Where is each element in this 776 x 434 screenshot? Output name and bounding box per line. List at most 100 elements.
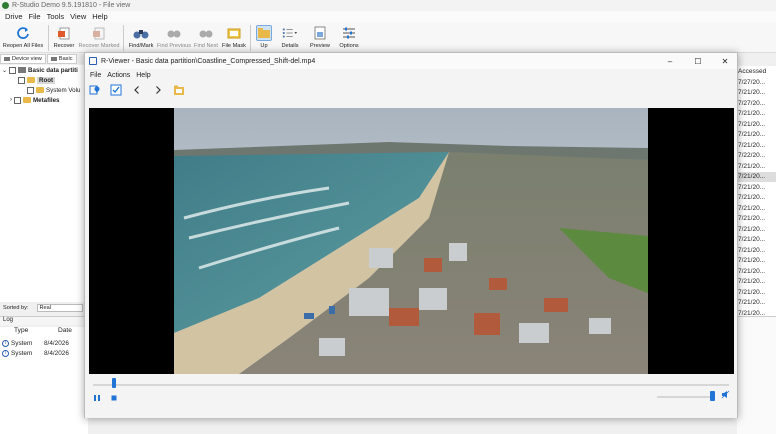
log-row[interactable]: i System 8/4/2026 xyxy=(0,338,88,348)
find-previous-icon xyxy=(166,25,182,41)
accessed-cell[interactable]: 7/21/20... xyxy=(737,224,776,235)
log-column-type[interactable]: Type xyxy=(0,327,48,338)
seek-thumb[interactable] xyxy=(112,378,117,388)
sorted-by-select[interactable]: Real xyxy=(36,304,83,312)
seek-bar[interactable] xyxy=(93,384,729,386)
tree-item-partition[interactable]: ⌄ Basic data partiti xyxy=(0,65,88,75)
accessed-cell[interactable]: 7/27/20... xyxy=(737,77,776,88)
viewer-menu-file[interactable]: File xyxy=(87,72,104,79)
tree-checkbox[interactable] xyxy=(18,76,25,84)
tree-checkbox[interactable] xyxy=(27,86,34,94)
video-display[interactable] xyxy=(89,108,734,374)
accessed-cell[interactable]: 7/21/20... xyxy=(737,140,776,151)
tree-checkbox[interactable] xyxy=(14,96,21,104)
drive-icon xyxy=(18,67,27,73)
up-button[interactable]: Up xyxy=(253,22,275,53)
pause-button[interactable] xyxy=(92,393,101,402)
options-icon xyxy=(341,25,357,41)
file-mask-icon xyxy=(226,25,242,41)
accessed-cell[interactable]: 7/21/20... xyxy=(737,88,776,99)
accessed-cell[interactable]: 7/21/20... xyxy=(737,171,776,182)
accessed-cell[interactable]: 7/21/20... xyxy=(737,130,776,141)
tab-basic[interactable]: Basic xyxy=(46,54,77,64)
log-columns: Type Date xyxy=(0,327,88,338)
recover-icon xyxy=(56,25,72,41)
accessed-cell[interactable]: 7/21/20... xyxy=(737,214,776,225)
accessed-cell[interactable]: 7/21/20... xyxy=(737,109,776,120)
accessed-cell[interactable]: 7/21/20... xyxy=(737,161,776,172)
find-previous-button[interactable]: Find Previous xyxy=(156,22,192,53)
accessed-cell[interactable]: 7/21/20... xyxy=(737,193,776,204)
viewer-menu-help[interactable]: Help xyxy=(133,72,153,79)
column-header-accessed[interactable]: Accessed xyxy=(737,66,776,77)
accessed-cell[interactable]: 7/21/20... xyxy=(737,182,776,193)
accessed-cell[interactable]: 7/22/20... xyxy=(737,151,776,162)
tree-item-root[interactable]: Root xyxy=(0,75,88,85)
r-viewer-window: R-Viewer - Basic data partition\Coastlin… xyxy=(84,52,738,418)
location-pin-icon[interactable] xyxy=(88,83,102,97)
volume-slider[interactable] xyxy=(657,396,715,398)
find-next-button[interactable]: Find Next xyxy=(192,22,220,53)
details-icon xyxy=(282,25,298,41)
accessed-cell[interactable]: 7/21/20... xyxy=(737,119,776,130)
forward-arrow-icon[interactable] xyxy=(151,83,165,97)
find-mark-button[interactable]: Find/Mark xyxy=(126,22,156,53)
recover-marked-icon xyxy=(91,25,107,41)
menu-drive[interactable]: Drive xyxy=(2,12,26,21)
accessed-cell[interactable]: 7/21/20... xyxy=(737,277,776,288)
app-title-bar: R-Studio Demo 9.5.191810 - File view xyxy=(0,0,776,11)
tree-checkbox[interactable] xyxy=(9,66,17,74)
drive-icon xyxy=(4,57,10,61)
accessed-cell[interactable]: 7/27/20... xyxy=(737,98,776,109)
file-list-accessed-column: Accessed 7/27/20... 7/21/20... 7/27/20... 7… xyxy=(737,66,776,317)
recover-marked-button[interactable]: Recover Marked xyxy=(77,22,121,53)
log-row[interactable]: i System 8/4/2026 xyxy=(0,348,88,358)
menu-help[interactable]: Help xyxy=(89,12,110,21)
folder-icon xyxy=(36,87,44,93)
close-button[interactable]: ✕ xyxy=(712,53,738,69)
accessed-cell[interactable]: 7/21/20... xyxy=(737,203,776,214)
sorted-by-bar: Sorted by: Real xyxy=(0,303,88,313)
volume-thumb[interactable] xyxy=(710,391,715,401)
refresh-icon xyxy=(15,25,31,41)
info-icon: i xyxy=(2,349,9,357)
toolbar-separator xyxy=(250,25,251,51)
checkbox-icon[interactable] xyxy=(109,83,123,97)
tree-item-system-volume[interactable]: System Volu xyxy=(0,85,88,95)
recover-button[interactable]: Recover xyxy=(51,22,77,53)
stop-button[interactable] xyxy=(109,393,118,402)
find-next-icon xyxy=(198,25,214,41)
reopen-all-files-button[interactable]: Reopen All Files xyxy=(0,22,46,53)
accessed-cell[interactable]: 7/21/20... xyxy=(737,245,776,256)
options-button[interactable]: Options xyxy=(335,22,363,53)
details-button[interactable]: Details xyxy=(275,22,305,53)
expand-icon[interactable]: › xyxy=(10,97,12,103)
accessed-cell[interactable]: 7/21/20... xyxy=(737,287,776,298)
menu-view[interactable]: View xyxy=(67,12,89,21)
log-list: i System 8/4/2026 i System 8/4/2026 xyxy=(0,338,88,434)
minimize-button[interactable]: – xyxy=(657,53,683,69)
tab-device-view[interactable]: Device view xyxy=(0,54,46,64)
accessed-cell[interactable]: 7/21/20... xyxy=(737,235,776,246)
back-arrow-icon[interactable] xyxy=(130,83,144,97)
folder-up-icon xyxy=(256,25,272,41)
viewer-title-bar: R-Viewer - Basic data partition\Coastlin… xyxy=(85,53,737,69)
accessed-cell[interactable]: 7/21/20... xyxy=(737,266,776,277)
file-mask-button[interactable]: File Mask xyxy=(220,22,248,53)
maximize-button[interactable]: ☐ xyxy=(685,53,711,69)
accessed-cell[interactable]: 7/21/20... xyxy=(737,298,776,309)
volume-icon[interactable] xyxy=(721,390,730,399)
log-column-date[interactable]: Date xyxy=(48,327,88,338)
viewer-menu-actions[interactable]: Actions xyxy=(104,72,133,79)
menu-file[interactable]: File xyxy=(26,12,44,21)
tree-item-metafiles[interactable]: › Metafiles xyxy=(0,95,88,105)
collapse-icon[interactable]: ⌄ xyxy=(2,67,7,74)
app-title: R-Studio Demo 9.5.191810 - File view xyxy=(12,2,131,9)
video-frame-coastline xyxy=(89,108,734,374)
accessed-cell[interactable]: 7/21/20... xyxy=(737,256,776,267)
main-menu-bar: Drive File Tools View Help xyxy=(0,11,776,22)
folder-icon[interactable] xyxy=(172,83,186,97)
preview-button[interactable]: Preview xyxy=(305,22,335,53)
menu-tools[interactable]: Tools xyxy=(44,12,68,21)
toolbar-separator xyxy=(123,25,124,51)
